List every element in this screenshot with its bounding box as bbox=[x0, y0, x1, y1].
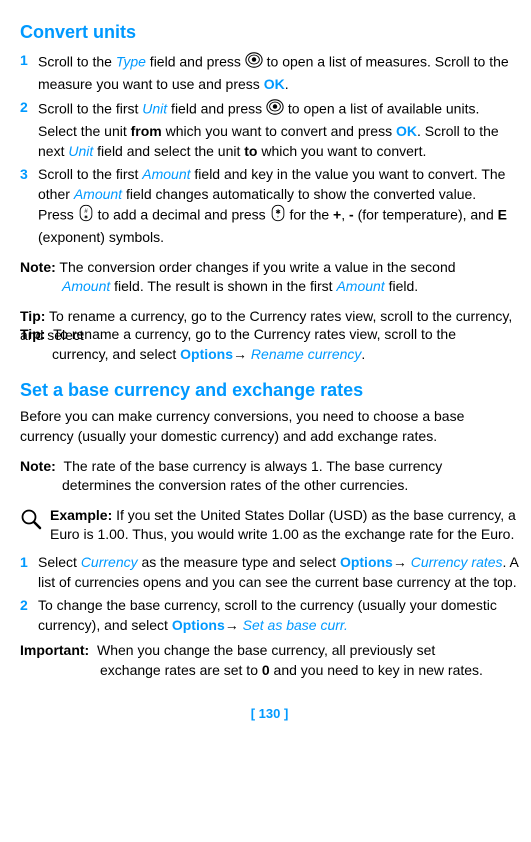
example-block: Example: If you set the United States Do… bbox=[20, 506, 519, 545]
text: The conversion order changes if you writ… bbox=[56, 259, 456, 275]
text: . bbox=[361, 346, 365, 362]
step-content: Scroll to the first Amount field and key… bbox=[38, 165, 519, 247]
arrow-icon: → bbox=[393, 554, 411, 570]
bold-from: from bbox=[131, 123, 162, 139]
step-b1: 1 Select Currency as the measure type an… bbox=[20, 553, 519, 592]
example-label: Example: bbox=[50, 507, 112, 523]
currency-option: Currency bbox=[81, 554, 138, 570]
important-label: Important: bbox=[20, 642, 89, 658]
note-conversion-order: Note: The conversion order changes if yo… bbox=[20, 258, 519, 297]
set-base-curr-option: Set as base curr. bbox=[243, 617, 348, 633]
heading-convert-units: Convert units bbox=[20, 20, 519, 45]
svg-text:✱: ✱ bbox=[84, 215, 88, 220]
field-type: Type bbox=[116, 54, 146, 70]
text: field and select the unit bbox=[93, 143, 244, 159]
ok-text: OK bbox=[396, 123, 417, 139]
text: and you need to key in new rates. bbox=[270, 662, 483, 678]
zero-value: 0 bbox=[262, 662, 270, 678]
text: Select bbox=[38, 554, 81, 570]
field-amount: Amount bbox=[336, 278, 384, 294]
example-content: Example: If you set the United States Do… bbox=[50, 506, 519, 545]
currency-rates-option: Currency rates bbox=[411, 554, 503, 570]
note-label: Note: bbox=[20, 259, 56, 275]
text: (exponent) symbols. bbox=[38, 229, 164, 245]
text: (for temperature), and bbox=[354, 207, 498, 223]
field-amount: Amount bbox=[142, 166, 190, 182]
step-2: 2 Scroll to the first Unit field and pre… bbox=[20, 98, 519, 161]
select-button-icon bbox=[245, 51, 263, 75]
select-button-icon bbox=[266, 98, 284, 122]
text: Press bbox=[38, 207, 78, 223]
bold-to: to bbox=[244, 143, 257, 159]
text: field. bbox=[385, 278, 418, 294]
step-content: To change the base currency, scroll to t… bbox=[38, 596, 519, 635]
step-b2: 2 To change the base currency, scroll to… bbox=[20, 596, 519, 635]
options-text: Options bbox=[172, 617, 225, 633]
note-base-rate: Note: The rate of the base currency is a… bbox=[20, 457, 519, 496]
text: If you set the United States Dollar (USD… bbox=[50, 507, 516, 543]
pound-key-icon: #✱ bbox=[78, 204, 94, 228]
text: . bbox=[285, 76, 289, 92]
step-3: 3 Scroll to the first Amount field and k… bbox=[20, 165, 519, 247]
tip-label: Tip: bbox=[20, 308, 45, 324]
text: Scroll to the first bbox=[38, 101, 142, 117]
text: field and press bbox=[167, 101, 266, 117]
step-1: 1 Scroll to the Type field and press to … bbox=[20, 51, 519, 94]
step-number: 2 bbox=[20, 98, 38, 161]
step-content: Scroll to the first Unit field and press… bbox=[38, 98, 519, 161]
exponent-symbol: E bbox=[498, 207, 507, 223]
svg-text:+: + bbox=[276, 215, 279, 220]
text: as the measure type and select bbox=[138, 554, 340, 570]
page-number: [ 130 ] bbox=[20, 705, 519, 723]
text: Scroll to the first bbox=[38, 166, 142, 182]
step-number: 1 bbox=[20, 51, 38, 94]
step-number: 3 bbox=[20, 165, 38, 247]
text: which you want to convert. bbox=[257, 143, 426, 159]
field-amount: Amount bbox=[62, 278, 110, 294]
arrow-icon: → bbox=[233, 346, 251, 362]
text: , bbox=[341, 207, 349, 223]
intro-text: Before you can make currency conversions… bbox=[20, 407, 519, 446]
text: field and press bbox=[146, 54, 245, 70]
text: for the bbox=[286, 207, 333, 223]
important-block: Important: When you change the base curr… bbox=[20, 641, 519, 680]
step-content: Scroll to the Type field and press to op… bbox=[38, 51, 519, 94]
text: Scroll to the bbox=[38, 54, 116, 70]
ok-text: OK bbox=[264, 76, 285, 92]
tip-label: Tip: bbox=[20, 326, 45, 342]
step-number: 2 bbox=[20, 596, 38, 635]
arrow-icon: → bbox=[225, 617, 243, 633]
rename-currency-option: Rename currency bbox=[251, 346, 362, 362]
tip-rename-currency-full: Tip: To rename a currency, go to the Cur… bbox=[20, 325, 519, 364]
text: field changes automatically to show the … bbox=[122, 186, 476, 202]
field-amount: Amount bbox=[74, 186, 122, 202]
text: which you want to convert and press bbox=[162, 123, 396, 139]
star-key-icon: ✱+ bbox=[270, 204, 286, 228]
magnifier-icon bbox=[20, 506, 44, 545]
step-content: Select Currency as the measure type and … bbox=[38, 553, 519, 592]
heading-base-currency: Set a base currency and exchange rates bbox=[20, 378, 519, 403]
note-label: Note: bbox=[20, 458, 56, 474]
field-unit: Unit bbox=[142, 101, 167, 117]
plus-symbol: + bbox=[333, 207, 341, 223]
text: to add a decimal and press bbox=[94, 207, 270, 223]
text: field. The result is shown in the first bbox=[110, 278, 336, 294]
options-text: Options bbox=[340, 554, 393, 570]
field-unit: Unit bbox=[68, 143, 93, 159]
options-text: Options bbox=[180, 346, 233, 362]
step-number: 1 bbox=[20, 553, 38, 592]
